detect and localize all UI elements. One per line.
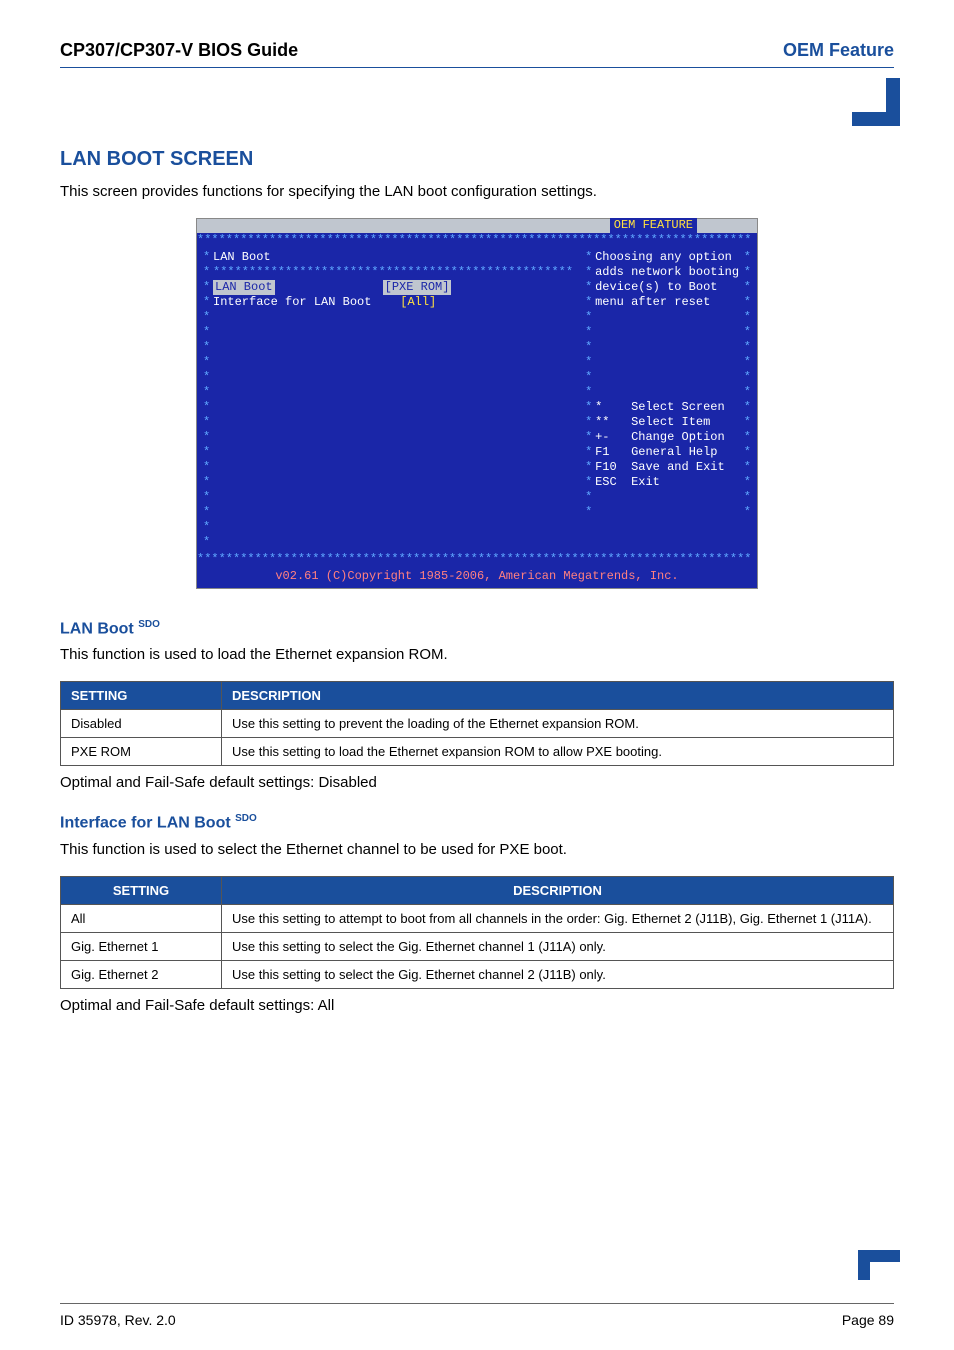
bios-right-pane: *Choosing any option* *adds network boot… xyxy=(579,248,757,552)
bios-nav-screen: Select Screen xyxy=(631,400,725,415)
bios-border-top: ****************************************… xyxy=(197,233,757,248)
iface-row1-setting: Gig. Ethernet 1 xyxy=(61,932,222,960)
bios-heading: LAN Boot xyxy=(213,250,271,265)
bios-nav-save-key: F10 xyxy=(595,460,617,475)
iface-th-desc: DESCRIPTION xyxy=(222,876,894,904)
footer-right: Page 89 xyxy=(842,1312,894,1328)
header-title-right: OEM Feature xyxy=(783,40,894,61)
bios-nav-exit-key: ESC xyxy=(595,475,617,490)
iface-desc: This function is used to select the Ethe… xyxy=(60,841,894,858)
bios-option-lanboot-label[interactable]: LAN Boot xyxy=(213,280,275,295)
bios-nav-help-key: F1 xyxy=(595,445,609,460)
lanboot-title: LAN Boot SDO xyxy=(60,619,894,638)
lanboot-th-desc: DESCRIPTION xyxy=(222,682,894,710)
brand-logo xyxy=(852,78,900,126)
bios-screenshot: OEM FEATURE ****************************… xyxy=(196,218,758,589)
iface-row1-desc: Use this setting to select the Gig. Ethe… xyxy=(222,932,894,960)
bios-border-bottom: ****************************************… xyxy=(197,552,757,567)
lanboot-th-setting: SETTING xyxy=(61,682,222,710)
brand-logo-footer xyxy=(858,1250,900,1292)
table-row: Gig. Ethernet 1 Use this setting to sele… xyxy=(61,932,894,960)
iface-row0-setting: All xyxy=(61,904,222,932)
bios-option-iface-value[interactable]: [All] xyxy=(400,295,436,310)
iface-title: Interface for LAN Boot SDO xyxy=(60,813,894,832)
iface-row0-desc: Use this setting to attempt to boot from… xyxy=(222,904,894,932)
iface-table: SETTING DESCRIPTION All Use this setting… xyxy=(60,876,894,989)
bios-left-pane: *LAN Boot ******************************… xyxy=(197,248,579,552)
bios-nav-save: Save and Exit xyxy=(631,460,725,475)
header-title-left: CP307/CP307-V BIOS Guide xyxy=(60,40,298,61)
bios-help-line2: adds network booting xyxy=(595,265,739,280)
lanboot-row1-setting: PXE ROM xyxy=(61,738,222,766)
bios-nav-exit: Exit xyxy=(631,475,660,490)
table-row: PXE ROM Use this setting to load the Eth… xyxy=(61,738,894,766)
bios-help-line3: device(s) to Boot xyxy=(595,280,717,295)
bios-topbar: OEM FEATURE xyxy=(197,219,757,233)
bios-nav-item: Select Item xyxy=(631,415,710,430)
iface-th-setting: SETTING xyxy=(61,876,222,904)
footer-left: ID 35978, Rev. 2.0 xyxy=(60,1312,176,1328)
bios-nav-change: Change Option xyxy=(631,430,725,445)
bios-option-iface-label[interactable]: Interface for LAN Boot xyxy=(213,295,371,310)
lanboot-row0-setting: Disabled xyxy=(61,710,222,738)
lanboot-row0-desc: Use this setting to prevent the loading … xyxy=(222,710,894,738)
bios-nav-help: General Help xyxy=(631,445,717,460)
table-row: Gig. Ethernet 2 Use this setting to sele… xyxy=(61,960,894,988)
bios-help-line1: Choosing any option xyxy=(595,250,732,265)
lanboot-table: SETTING DESCRIPTION Disabled Use this se… xyxy=(60,681,894,766)
bios-nav-screen-key: * xyxy=(595,400,602,415)
iface-row2-desc: Use this setting to select the Gig. Ethe… xyxy=(222,960,894,988)
lanboot-default-note: Optimal and Fail-Safe default settings: … xyxy=(60,774,894,791)
bios-footer-copyright: v02.61 (C)Copyright 1985-2006, American … xyxy=(197,567,757,588)
section-title: LAN BOOT SCREEN xyxy=(60,148,894,171)
iface-row2-setting: Gig. Ethernet 2 xyxy=(61,960,222,988)
table-row: Disabled Use this setting to prevent the… xyxy=(61,710,894,738)
section-intro: This screen provides functions for speci… xyxy=(60,183,894,200)
lanboot-row1-desc: Use this setting to load the Ethernet ex… xyxy=(222,738,894,766)
bios-nav-change-key: +- xyxy=(595,430,609,445)
table-row: All Use this setting to attempt to boot … xyxy=(61,904,894,932)
lanboot-desc: This function is used to load the Ethern… xyxy=(60,646,894,663)
bios-nav-item-key: ** xyxy=(595,415,609,430)
bios-option-lanboot-value[interactable]: [PXE ROM] xyxy=(383,280,452,295)
bios-help-line4: menu after reset xyxy=(595,295,710,310)
iface-default-note: Optimal and Fail-Safe default settings: … xyxy=(60,997,894,1014)
bios-tab-label: OEM FEATURE xyxy=(610,218,697,233)
